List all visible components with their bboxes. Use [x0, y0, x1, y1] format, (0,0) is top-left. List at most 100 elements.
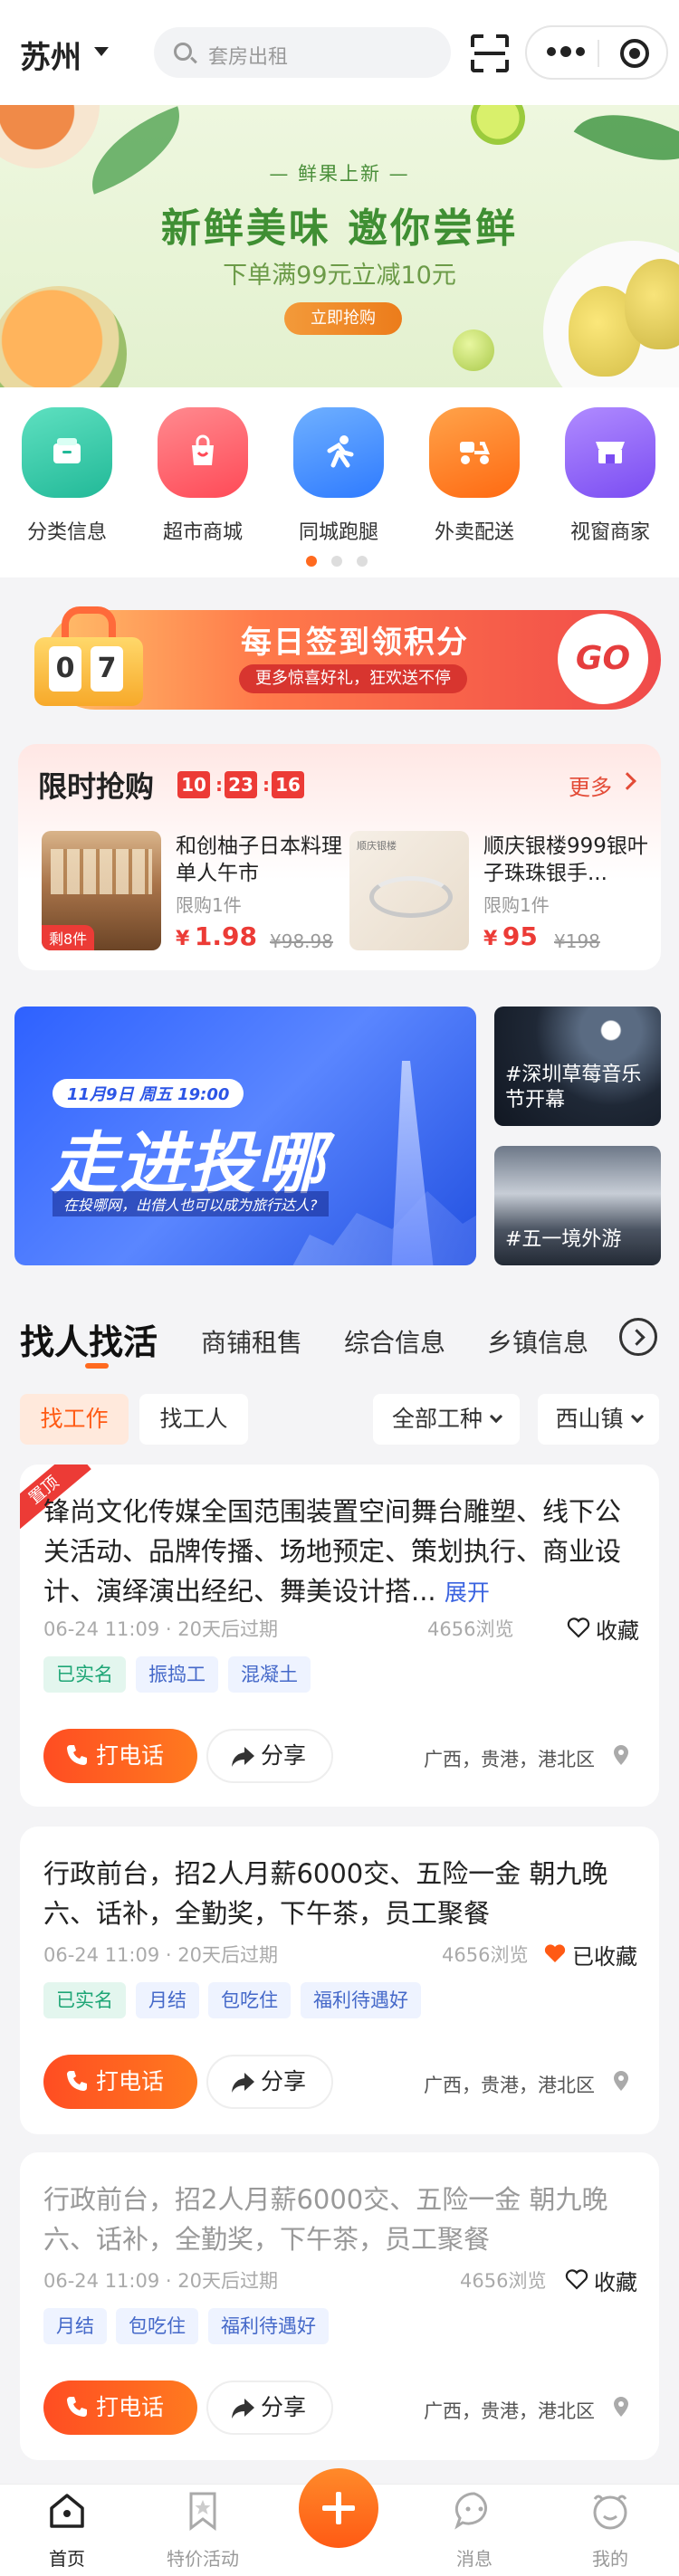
divider [598, 40, 599, 67]
category-item[interactable]: 同城跑腿 [279, 407, 387, 544]
flash-product-card[interactable]: 顺庆银楼 顺庆银楼999银叶子珠珠银手... 限购1件 ¥ 95 ¥198 [349, 831, 657, 958]
nav-home[interactable]: 首页 [13, 2490, 121, 2571]
search-icon [174, 43, 192, 61]
carousel-dots [306, 556, 378, 567]
job-tag: 包吃住 [116, 2308, 198, 2344]
shopping-bag-icon [158, 407, 248, 498]
heart-outline-icon[interactable] [565, 2268, 588, 2290]
job-card[interactable]: 行政前台，招2人月薪6000交、五险一金 朝九晚六、话补，全勤奖，下午茶，员工聚… [20, 2152, 659, 2460]
flash-product-card[interactable]: 剩8件 和创柚子日本料理单人午市 限购1件 ¥ 1.98 ¥98.98 [42, 831, 349, 958]
caret-down-icon[interactable] [94, 47, 109, 56]
promo-caption: 在投哪网，出借人也可以成为旅行达人? [53, 1191, 329, 1216]
banner-description: 下单满99元立减10元 [223, 262, 456, 290]
go-button[interactable]: GO [558, 614, 648, 704]
product-price: ¥ 1.98 [176, 921, 257, 951]
category-icon [22, 407, 112, 498]
find-worker-filter[interactable]: 找工人 [139, 1394, 248, 1445]
phone-icon [67, 2397, 87, 2417]
original-price: ¥98.98 [270, 930, 333, 952]
job-location: 广西，贵港，港北区 [424, 1749, 595, 1770]
view-count: 4656浏览 [442, 1944, 529, 1966]
flash-more-link[interactable]: 更多 [569, 769, 612, 801]
job-tag: 振捣工 [136, 1656, 218, 1693]
nav-label: 特价活动 [167, 2548, 239, 2570]
favorite-label[interactable]: 收藏 [596, 1613, 639, 1645]
location-pin-icon [614, 2397, 628, 2417]
plus-icon[interactable] [299, 2468, 378, 2548]
job-meta: 06-24 11:09 · 20天后过期 [43, 2270, 278, 2292]
top-header: 苏州 套房出租 [0, 0, 679, 105]
share-button[interactable]: 分享 [206, 2380, 333, 2435]
promo-main-banner[interactable]: 11月9日 周五 19:00 走进投哪 在投哪网，出借人也可以成为旅行达人? [14, 1007, 476, 1265]
favorite-label[interactable]: 已收藏 [572, 1939, 637, 1970]
chevron-right-icon[interactable] [618, 772, 636, 790]
job-card[interactable]: 置顶 锋尚文化传媒全国范围装置空间舞台雕塑、线下公关活动、品牌传播、场地预定、策… [20, 1465, 659, 1807]
call-button[interactable]: 打电话 [43, 2380, 197, 2435]
chevron-right-icon[interactable] [619, 1318, 657, 1356]
nav-profile[interactable]: 我的 [556, 2490, 665, 2571]
promo-side-card[interactable]: #五一境外游 [494, 1146, 661, 1265]
home-icon [50, 2494, 84, 2528]
original-price: ¥198 [554, 930, 600, 952]
banner-subtitle: — 鲜果上新 — [269, 163, 410, 185]
category-label: 超市商城 [162, 521, 243, 544]
search-input[interactable]: 套房出租 [154, 27, 451, 78]
expand-link[interactable]: 展开 [445, 1579, 490, 1606]
nav-deals[interactable]: 特价活动 [148, 2490, 257, 2571]
call-button[interactable]: 打电话 [43, 1729, 197, 1783]
heart-outline-icon[interactable] [567, 1617, 590, 1638]
category-label: 外卖配送 [434, 521, 514, 544]
promo-date: 11月9日 周五 19:00 [53, 1079, 244, 1108]
bookmark-star-icon [189, 2492, 216, 2532]
promo-side-label: #深圳草莓音乐节开幕 [505, 1064, 642, 1111]
town-dropdown[interactable]: 西山镇 [538, 1394, 659, 1445]
scan-icon[interactable] [471, 34, 509, 72]
favorite-label[interactable]: 收藏 [594, 2265, 637, 2296]
job-tag: 已实名 [43, 1656, 126, 1693]
job-title: 行政前台，招2人月薪6000交、五险一金 朝九晚六、话补，全勤奖，下午茶，员工聚… [43, 1858, 608, 1929]
checkin-subtitle: 更多惊喜好礼，狂欢送不停 [239, 664, 467, 693]
call-button[interactable]: 打电话 [43, 2055, 197, 2109]
product-name: 顺庆银楼999银叶子珠珠银手... [483, 835, 648, 885]
daily-checkin-banner[interactable]: 0 7 每日签到领积分 更多惊喜好礼，狂欢送不停 GO [18, 597, 661, 715]
category-item[interactable]: 外卖配送 [415, 407, 523, 544]
product-name: 和创柚子日本料理单人午市 [176, 835, 342, 885]
gift-box-icon: 0 7 [18, 597, 154, 715]
category-item[interactable]: 分类信息 [7, 407, 116, 544]
share-icon [232, 2399, 254, 2419]
product-price: ¥ 95 [483, 921, 538, 951]
tab-shop-rental[interactable]: 商铺租售 [201, 1323, 302, 1360]
close-target-icon[interactable] [620, 39, 649, 68]
nav-messages[interactable]: 消息 [420, 2490, 529, 2571]
heart-filled-icon[interactable] [543, 1942, 567, 1964]
melon-image [0, 286, 127, 387]
job-meta: 06-24 11:09 · 20天后过期 [43, 1944, 278, 1966]
buy-now-button[interactable]: 立即抢购 [284, 302, 402, 335]
job-tag: 包吃住 [208, 1982, 291, 2018]
category-label: 视窗商家 [569, 521, 650, 544]
phone-icon [67, 1745, 87, 1765]
job-tag: 福利待遇好 [208, 2308, 329, 2344]
category-item[interactable]: 视窗商家 [550, 407, 659, 544]
category-item[interactable]: 超市商城 [143, 407, 252, 544]
share-icon [232, 2073, 254, 2093]
category-tabs: 找人找活 商铺租售 综合信息 乡镇信息 [0, 1296, 679, 1369]
job-tag: 混凝土 [228, 1656, 311, 1693]
tab-find-people[interactable]: 找人找活 [20, 1314, 158, 1364]
find-work-filter[interactable]: 找工作 [20, 1394, 129, 1445]
share-button[interactable]: 分享 [206, 2055, 333, 2109]
tab-town-info[interactable]: 乡镇信息 [487, 1323, 588, 1360]
job-card[interactable]: 行政前台，招2人月薪6000交、五险一金 朝九晚六、话补，全勤奖，下午茶，员工聚… [20, 1827, 659, 2134]
nav-label: 我的 [592, 2548, 628, 2570]
share-button[interactable]: 分享 [206, 1729, 333, 1783]
timer-minutes: 23 [225, 771, 257, 798]
fruit-promo-banner[interactable]: — 鲜果上新 — 新鲜美味 邀你尝鲜 下单满99元立减10元 立即抢购 [0, 105, 679, 387]
more-dots-icon[interactable] [547, 46, 585, 58]
phone-icon [67, 2071, 87, 2091]
promo-side-card[interactable]: #深圳草莓音乐节开幕 [494, 1007, 661, 1126]
job-type-dropdown[interactable]: 全部工种 [373, 1394, 520, 1445]
location-pin-icon [614, 1745, 628, 1765]
profile-icon [593, 2495, 627, 2530]
tab-general-info[interactable]: 综合信息 [344, 1323, 445, 1360]
city-selector[interactable]: 苏州 [20, 33, 81, 77]
